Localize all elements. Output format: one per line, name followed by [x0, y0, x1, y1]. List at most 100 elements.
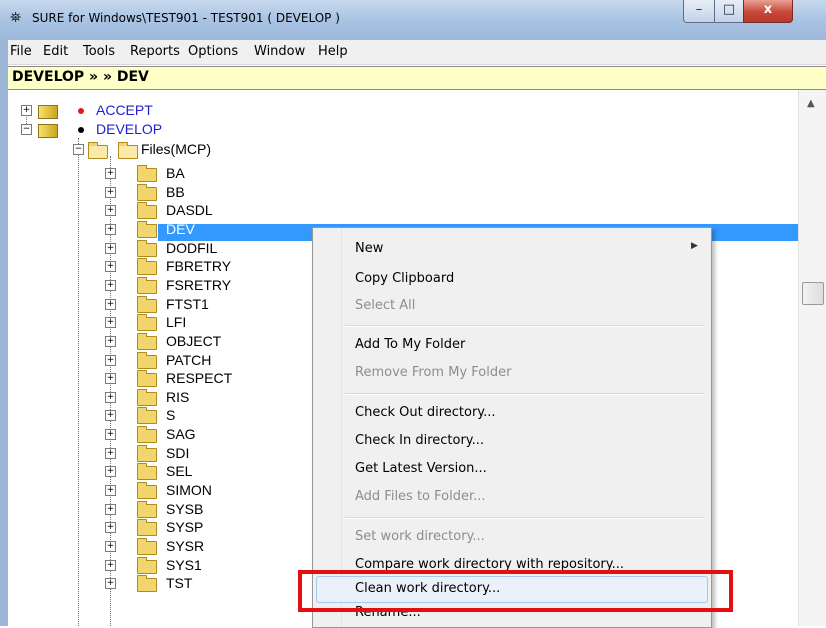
folder-icon: [137, 352, 157, 369]
expand-folder-toggle[interactable]: +: [105, 504, 116, 515]
tree-node-folder[interactable]: TST: [166, 575, 192, 591]
folder-icon: [137, 165, 157, 182]
tree-node-folder[interactable]: DEV: [166, 221, 195, 237]
tree-node-folder[interactable]: SEL: [166, 463, 192, 479]
expand-folder-toggle[interactable]: +: [105, 522, 116, 533]
expand-folder-toggle[interactable]: +: [105, 168, 116, 179]
vertical-scrollbar[interactable]: ▲: [798, 90, 826, 626]
tree-node-folder[interactable]: SYS1: [166, 557, 202, 573]
tree-node-folder[interactable]: SAG: [166, 426, 196, 442]
expand-folder-toggle[interactable]: +: [105, 355, 116, 366]
menu-reports[interactable]: Reports: [130, 43, 180, 60]
tree-connector: [78, 138, 79, 626]
folder-icon: [137, 333, 157, 350]
expand-folder-toggle[interactable]: +: [105, 392, 116, 403]
menu-item-add-files-to-folder[interactable]: Add Files to Folder...: [355, 489, 486, 505]
menu-options[interactable]: Options: [188, 43, 238, 60]
menu-item-new[interactable]: New: [355, 241, 383, 257]
menu-gutter: [341, 228, 342, 627]
folder-icon: [137, 557, 157, 574]
tree-node-folder[interactable]: SYSP: [166, 519, 203, 535]
menu-separator: [345, 517, 705, 519]
tree-node-folder[interactable]: BB: [166, 184, 185, 200]
current-path: DEVELOP » » DEV: [12, 69, 149, 85]
menu-item-remove-from-my-folder[interactable]: Remove From My Folder: [355, 365, 511, 381]
expand-folder-toggle[interactable]: +: [105, 429, 116, 440]
expand-folder-toggle[interactable]: +: [105, 541, 116, 552]
scroll-thumb[interactable]: [802, 282, 824, 305]
tree-node-folder[interactable]: SYSR: [166, 538, 204, 554]
tree-node-folder[interactable]: RESPECT: [166, 370, 232, 386]
tree-node-folder[interactable]: BA: [166, 165, 185, 181]
menu-separator: [345, 393, 705, 395]
folder-icon: [137, 184, 157, 201]
minimize-button[interactable]: –: [683, 0, 715, 23]
tree-node-develop[interactable]: DEVELOP: [96, 121, 162, 137]
menu-item-check-out-directory[interactable]: Check Out directory...: [355, 405, 496, 421]
expand-folder-toggle[interactable]: +: [105, 261, 116, 272]
path-bar: DEVELOP » » DEV: [8, 66, 826, 90]
tree-node-folder[interactable]: DASDL: [166, 202, 213, 218]
expand-folder-toggle[interactable]: +: [105, 466, 116, 477]
expand-folder-toggle[interactable]: +: [105, 299, 116, 310]
expand-folder-toggle[interactable]: +: [105, 280, 116, 291]
close-button[interactable]: x: [743, 0, 793, 23]
expand-folder-toggle[interactable]: +: [105, 224, 116, 235]
binoculars-icon: ⛯: [10, 10, 22, 26]
folder-icon: [137, 575, 157, 592]
expand-folder-toggle[interactable]: +: [105, 317, 116, 328]
menu-item-add-to-my-folder[interactable]: Add To My Folder: [355, 337, 465, 353]
menu-bar: File Edit Tools Reports Options Window H…: [8, 40, 826, 65]
folder-icon: [137, 463, 157, 480]
menu-window[interactable]: Window: [254, 43, 305, 60]
folder-icon: [137, 389, 157, 406]
expand-folder-toggle[interactable]: +: [105, 205, 116, 216]
expand-folder-toggle[interactable]: +: [105, 410, 116, 421]
tree-node-folder[interactable]: SYSB: [166, 501, 203, 517]
tree-node-folder[interactable]: FBRETRY: [166, 258, 231, 274]
menu-item-copy-clipboard[interactable]: Copy Clipboard: [355, 271, 454, 287]
scroll-up-arrow-icon[interactable]: ▲: [807, 98, 815, 109]
tree-node-folder[interactable]: DODFIL: [166, 240, 217, 256]
tree-node-folder[interactable]: LFI: [166, 314, 186, 330]
expand-folder-toggle[interactable]: +: [105, 578, 116, 589]
status-dot-icon: [78, 127, 84, 133]
expand-folder-toggle[interactable]: +: [105, 187, 116, 198]
menu-tools[interactable]: Tools: [83, 43, 115, 60]
menu-help[interactable]: Help: [318, 43, 348, 60]
tree-node-folder[interactable]: S: [166, 407, 175, 423]
menu-item-set-work-directory[interactable]: Set work directory...: [355, 529, 485, 545]
collapse-develop-toggle[interactable]: −: [21, 124, 32, 135]
folder-icon: [137, 426, 157, 443]
menu-item-select-all[interactable]: Select All: [355, 298, 415, 314]
folder-icon: [137, 538, 157, 555]
folder-icon: [137, 296, 157, 313]
menu-file[interactable]: File: [10, 43, 32, 60]
menu-edit[interactable]: Edit: [43, 43, 68, 60]
maximize-button[interactable]: □: [714, 0, 744, 23]
folder-icon: [137, 370, 157, 387]
collapse-files-toggle[interactable]: −: [73, 144, 84, 155]
expand-folder-toggle[interactable]: +: [105, 485, 116, 496]
tree-node-accept[interactable]: ACCEPT: [96, 102, 153, 118]
expand-folder-toggle[interactable]: +: [105, 560, 116, 571]
tree-node-folder[interactable]: SDI: [166, 445, 189, 461]
expand-folder-toggle[interactable]: +: [105, 448, 116, 459]
menu-item-get-latest-version[interactable]: Get Latest Version...: [355, 461, 487, 477]
folder-icon: [137, 240, 157, 257]
folder-icon: [137, 501, 157, 518]
folder-icon: [137, 202, 157, 219]
tree-node-folder[interactable]: FTST1: [166, 296, 209, 312]
menu-item-check-in-directory[interactable]: Check In directory...: [355, 433, 484, 449]
tree-node-files[interactable]: Files(MCP): [141, 141, 211, 157]
tree-node-folder[interactable]: PATCH: [166, 352, 211, 368]
server-icon: [38, 105, 58, 119]
tree-node-folder[interactable]: RIS: [166, 389, 189, 405]
tree-node-folder[interactable]: FSRETRY: [166, 277, 231, 293]
expand-accept-toggle[interactable]: +: [21, 105, 32, 116]
tree-node-folder[interactable]: OBJECT: [166, 333, 221, 349]
expand-folder-toggle[interactable]: +: [105, 373, 116, 384]
expand-folder-toggle[interactable]: +: [105, 336, 116, 347]
tree-node-folder[interactable]: SIMON: [166, 482, 212, 498]
expand-folder-toggle[interactable]: +: [105, 243, 116, 254]
